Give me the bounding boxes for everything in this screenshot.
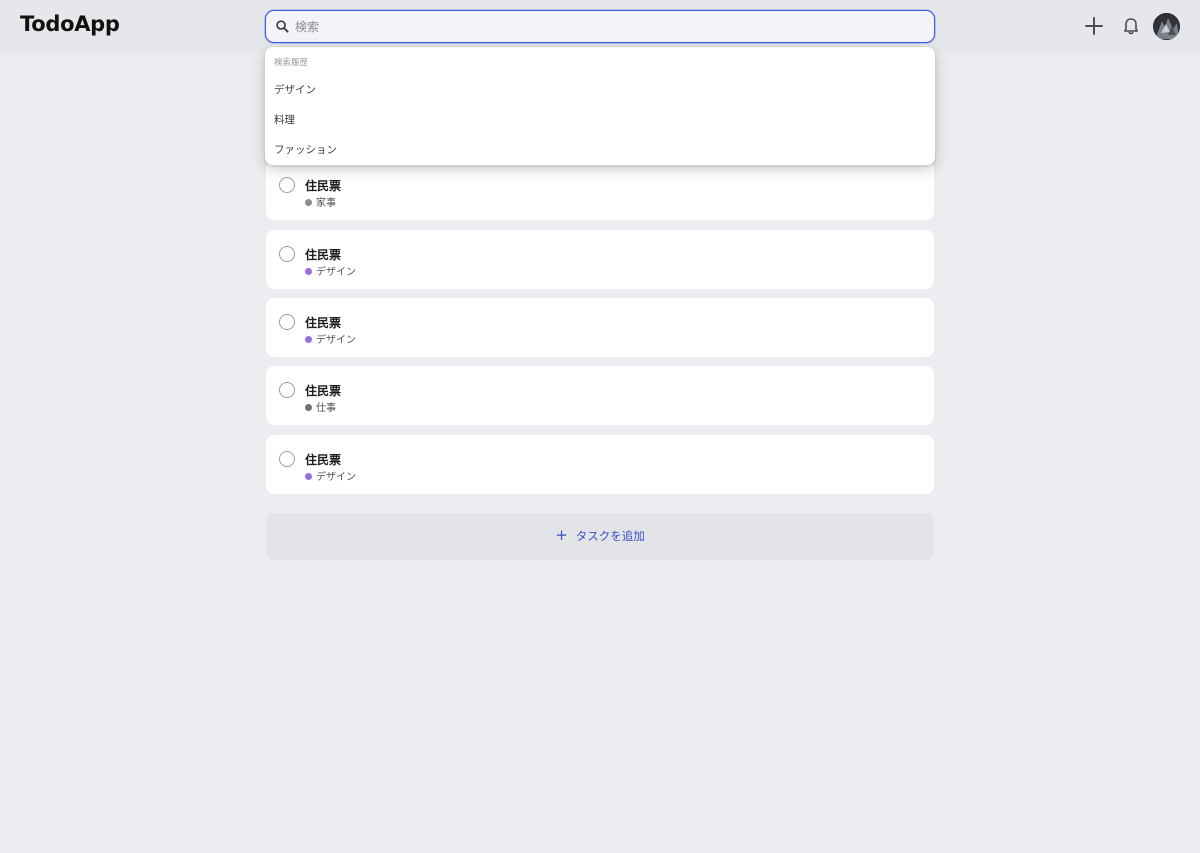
task-checkbox[interactable]: [279, 246, 295, 262]
task-title: 住民票: [305, 248, 342, 262]
tag-dot: [305, 335, 312, 343]
app-logo[interactable]: TodoApp: [20, 12, 120, 36]
task-title: 住民票: [305, 179, 342, 193]
task-checkbox[interactable]: [279, 451, 295, 467]
task-card[interactable]: 住民票 仕事: [266, 366, 934, 425]
search-input[interactable]: [295, 11, 925, 42]
task-title: 住民票: [305, 384, 342, 398]
task-tag-label: 家事: [316, 198, 336, 209]
tag-dot: [305, 198, 312, 206]
search-history-item[interactable]: ファッション: [265, 136, 935, 164]
plus-icon: +: [555, 526, 568, 544]
task-tag: デザイン: [305, 263, 356, 278]
plus-icon: [1085, 17, 1103, 35]
task-title: 住民票: [305, 316, 342, 330]
add-button[interactable]: [1080, 12, 1108, 40]
task-card[interactable]: 住民票 家事: [266, 161, 934, 220]
tag-dot: [305, 267, 312, 275]
task-card[interactable]: 住民票 デザイン: [266, 230, 934, 289]
task-checkbox[interactable]: [279, 177, 295, 193]
add-task-button[interactable]: + タスクを追加: [266, 513, 934, 560]
task-checkbox[interactable]: [279, 314, 295, 330]
task-card[interactable]: 住民票 デザイン: [266, 435, 934, 494]
task-tag-label: デザイン: [316, 267, 356, 278]
task-tag: デザイン: [305, 468, 356, 483]
avatar-image: [1153, 13, 1180, 40]
search-history-item[interactable]: 料理: [265, 106, 935, 134]
task-tag: 仕事: [305, 399, 336, 414]
notifications-button[interactable]: [1117, 12, 1145, 40]
user-avatar[interactable]: [1153, 13, 1180, 40]
task-tag-label: デザイン: [316, 472, 356, 483]
add-task-label: タスクを追加: [575, 529, 645, 543]
task-tag-label: 仕事: [316, 403, 336, 414]
search-box[interactable]: [265, 10, 935, 43]
search-icon: [276, 20, 289, 33]
task-checkbox[interactable]: [279, 382, 295, 398]
task-card[interactable]: 住民票 デザイン: [266, 298, 934, 357]
tag-dot: [305, 403, 312, 411]
search-history-item[interactable]: デザイン: [265, 76, 935, 104]
app-header: TodoApp: [0, 0, 1200, 53]
tag-dot: [305, 472, 312, 480]
bell-icon: [1124, 18, 1138, 35]
task-tag-label: デザイン: [316, 335, 356, 346]
task-tag: 家事: [305, 194, 336, 209]
search-history-heading: 検索履歴: [274, 58, 309, 68]
task-title: 住民票: [305, 453, 342, 467]
search-history-dropdown: 検索履歴 デザイン 料理 ファッション: [265, 47, 935, 165]
task-tag: デザイン: [305, 331, 356, 346]
